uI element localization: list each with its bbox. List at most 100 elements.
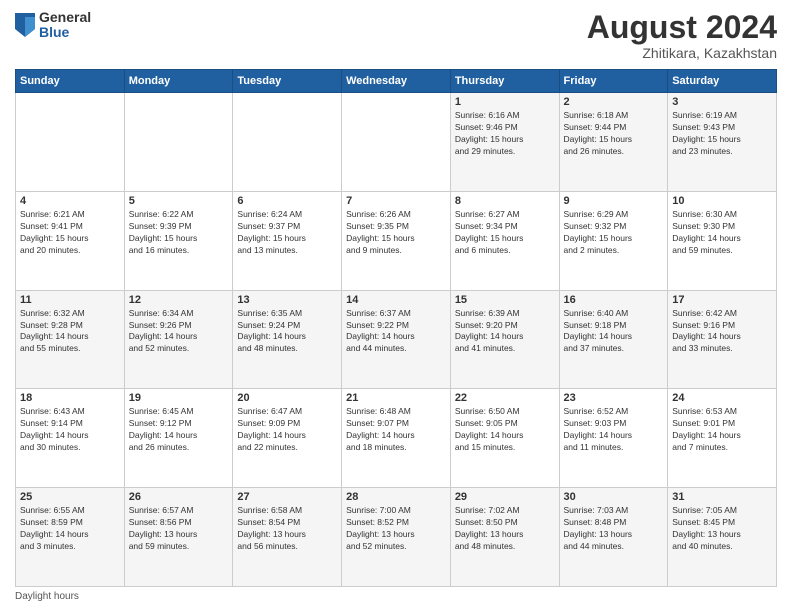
day-cell: 2Sunrise: 6:18 AMSunset: 9:44 PMDaylight…	[559, 93, 668, 192]
logo-general: General	[39, 10, 91, 25]
day-cell	[342, 93, 451, 192]
day-info: Sunrise: 7:03 AMSunset: 8:48 PMDaylight:…	[564, 505, 664, 553]
day-cell: 5 Sunrise: 6:22 AMSunset: 9:39 PMDaylight…	[124, 191, 233, 290]
day-number: 19	[129, 392, 229, 404]
day-info: Sunrise: 6:19 AMSunset: 9:43 PMDaylight:…	[672, 110, 772, 158]
day-cell: 7 Sunrise: 6:26 AMSunset: 9:35 PMDaylight…	[342, 191, 451, 290]
day-cell: 16 Sunrise: 6:40 AMSunset: 9:18 PMDayligh…	[559, 290, 668, 389]
col-header-friday: Friday	[559, 70, 668, 93]
day-cell: 24 Sunrise: 6:53 AMSunset: 9:01 PMDayligh…	[668, 389, 777, 488]
day-number: 9	[564, 195, 664, 207]
day-cell: 26Sunrise: 6:57 AMSunset: 8:56 PMDayligh…	[124, 488, 233, 587]
day-cell: 30 Sunrise: 7:03 AMSunset: 8:48 PMDayligh…	[559, 488, 668, 587]
day-info: Sunrise: 6:58 AMSunset: 8:54 PMDaylight:…	[237, 505, 337, 553]
day-cell: 10Sunrise: 6:30 AMSunset: 9:30 PMDayligh…	[668, 191, 777, 290]
day-number: 20	[237, 392, 337, 404]
day-number: 5	[129, 195, 229, 207]
day-info: Sunrise: 6:47 AMSunset: 9:09 PMDaylight:…	[237, 406, 337, 454]
day-info: Sunrise: 6:21 AMSunset: 9:41 PMDaylight:…	[20, 209, 120, 257]
logo-text: General Blue	[39, 10, 91, 41]
day-cell: 17Sunrise: 6:42 AMSunset: 9:16 PMDayligh…	[668, 290, 777, 389]
day-number: 8	[455, 195, 555, 207]
day-number: 15	[455, 294, 555, 306]
logo-blue: Blue	[39, 25, 91, 40]
day-info: Sunrise: 6:39 AMSunset: 9:20 PMDaylight:…	[455, 308, 555, 356]
day-number: 26	[129, 491, 229, 503]
day-number: 30	[564, 491, 664, 503]
day-cell	[124, 93, 233, 192]
day-cell: 12Sunrise: 6:34 AMSunset: 9:26 PMDayligh…	[124, 290, 233, 389]
day-info: Sunrise: 6:16 AMSunset: 9:46 PMDaylight:…	[455, 110, 555, 158]
day-info: Sunrise: 6:22 AMSunset: 9:39 PMDaylight:…	[129, 209, 229, 257]
day-number: 7	[346, 195, 446, 207]
title-block: August 2024 Zhitikara, Kazakhstan	[587, 10, 777, 61]
day-cell: 23 Sunrise: 6:52 AMSunset: 9:03 PMDayligh…	[559, 389, 668, 488]
day-info: Sunrise: 7:02 AMSunset: 8:50 PMDaylight:…	[455, 505, 555, 553]
week-row-2: 4Sunrise: 6:21 AMSunset: 9:41 PMDaylight…	[16, 191, 777, 290]
day-cell: 20 Sunrise: 6:47 AMSunset: 9:09 PMDayligh…	[233, 389, 342, 488]
day-cell: 25Sunrise: 6:55 AMSunset: 8:59 PMDayligh…	[16, 488, 125, 587]
col-header-sunday: Sunday	[16, 70, 125, 93]
day-info: Sunrise: 6:40 AMSunset: 9:18 PMDaylight:…	[564, 308, 664, 356]
col-header-thursday: Thursday	[450, 70, 559, 93]
day-number: 12	[129, 294, 229, 306]
day-cell: 3Sunrise: 6:19 AMSunset: 9:43 PMDaylight…	[668, 93, 777, 192]
day-number: 2	[564, 96, 664, 108]
day-cell: 13 Sunrise: 6:35 AMSunset: 9:24 PMDayligh…	[233, 290, 342, 389]
page: General Blue August 2024 Zhitikara, Kaza…	[0, 0, 792, 612]
day-info: Sunrise: 6:30 AMSunset: 9:30 PMDaylight:…	[672, 209, 772, 257]
day-cell: 19Sunrise: 6:45 AMSunset: 9:12 PMDayligh…	[124, 389, 233, 488]
day-number: 13	[237, 294, 337, 306]
day-cell: 9Sunrise: 6:29 AMSunset: 9:32 PMDaylight…	[559, 191, 668, 290]
day-info: Sunrise: 6:52 AMSunset: 9:03 PMDaylight:…	[564, 406, 664, 454]
day-number: 29	[455, 491, 555, 503]
day-cell: 18Sunrise: 6:43 AMSunset: 9:14 PMDayligh…	[16, 389, 125, 488]
day-info: Sunrise: 6:53 AMSunset: 9:01 PMDaylight:…	[672, 406, 772, 454]
col-header-saturday: Saturday	[668, 70, 777, 93]
col-header-wednesday: Wednesday	[342, 70, 451, 93]
week-row-3: 11 Sunrise: 6:32 AMSunset: 9:28 PMDayligh…	[16, 290, 777, 389]
header-row: SundayMondayTuesdayWednesdayThursdayFrid…	[16, 70, 777, 93]
day-cell: 27 Sunrise: 6:58 AMSunset: 8:54 PMDayligh…	[233, 488, 342, 587]
day-cell: 28Sunrise: 7:00 AMSunset: 8:52 PMDayligh…	[342, 488, 451, 587]
day-number: 16	[564, 294, 664, 306]
day-info: Sunrise: 6:24 AMSunset: 9:37 PMDaylight:…	[237, 209, 337, 257]
day-info: Sunrise: 6:55 AMSunset: 8:59 PMDaylight:…	[20, 505, 120, 553]
footer-note: Daylight hours	[15, 591, 777, 602]
day-cell: 6 Sunrise: 6:24 AMSunset: 9:37 PMDaylight…	[233, 191, 342, 290]
day-number: 11	[20, 294, 120, 306]
day-number: 23	[564, 392, 664, 404]
day-cell: 8 Sunrise: 6:27 AMSunset: 9:34 PMDaylight…	[450, 191, 559, 290]
day-cell: 11 Sunrise: 6:32 AMSunset: 9:28 PMDayligh…	[16, 290, 125, 389]
day-info: Sunrise: 6:42 AMSunset: 9:16 PMDaylight:…	[672, 308, 772, 356]
day-number: 1	[455, 96, 555, 108]
day-info: Sunrise: 6:50 AMSunset: 9:05 PMDaylight:…	[455, 406, 555, 454]
calendar-table: SundayMondayTuesdayWednesdayThursdayFrid…	[15, 69, 777, 587]
day-cell: 22 Sunrise: 6:50 AMSunset: 9:05 PMDayligh…	[450, 389, 559, 488]
day-cell: 29 Sunrise: 7:02 AMSunset: 8:50 PMDayligh…	[450, 488, 559, 587]
day-cell	[16, 93, 125, 192]
day-cell: 1 Sunrise: 6:16 AMSunset: 9:46 PMDaylight…	[450, 93, 559, 192]
week-row-1: 1 Sunrise: 6:16 AMSunset: 9:46 PMDaylight…	[16, 93, 777, 192]
col-header-monday: Monday	[124, 70, 233, 93]
header: General Blue August 2024 Zhitikara, Kaza…	[15, 10, 777, 61]
day-number: 31	[672, 491, 772, 503]
day-info: Sunrise: 6:37 AMSunset: 9:22 PMDaylight:…	[346, 308, 446, 356]
day-info: Sunrise: 6:48 AMSunset: 9:07 PMDaylight:…	[346, 406, 446, 454]
day-number: 24	[672, 392, 772, 404]
day-info: Sunrise: 7:05 AMSunset: 8:45 PMDaylight:…	[672, 505, 772, 553]
day-number: 21	[346, 392, 446, 404]
day-info: Sunrise: 6:35 AMSunset: 9:24 PMDaylight:…	[237, 308, 337, 356]
day-number: 27	[237, 491, 337, 503]
day-cell: 31 Sunrise: 7:05 AMSunset: 8:45 PMDayligh…	[668, 488, 777, 587]
day-number: 22	[455, 392, 555, 404]
day-cell: 14 Sunrise: 6:37 AMSunset: 9:22 PMDayligh…	[342, 290, 451, 389]
day-number: 6	[237, 195, 337, 207]
main-title: August 2024	[587, 10, 777, 45]
day-info: Sunrise: 6:27 AMSunset: 9:34 PMDaylight:…	[455, 209, 555, 257]
col-header-tuesday: Tuesday	[233, 70, 342, 93]
day-info: Sunrise: 6:32 AMSunset: 9:28 PMDaylight:…	[20, 308, 120, 356]
day-info: Sunrise: 6:26 AMSunset: 9:35 PMDaylight:…	[346, 209, 446, 257]
logo: General Blue	[15, 10, 91, 41]
day-number: 14	[346, 294, 446, 306]
